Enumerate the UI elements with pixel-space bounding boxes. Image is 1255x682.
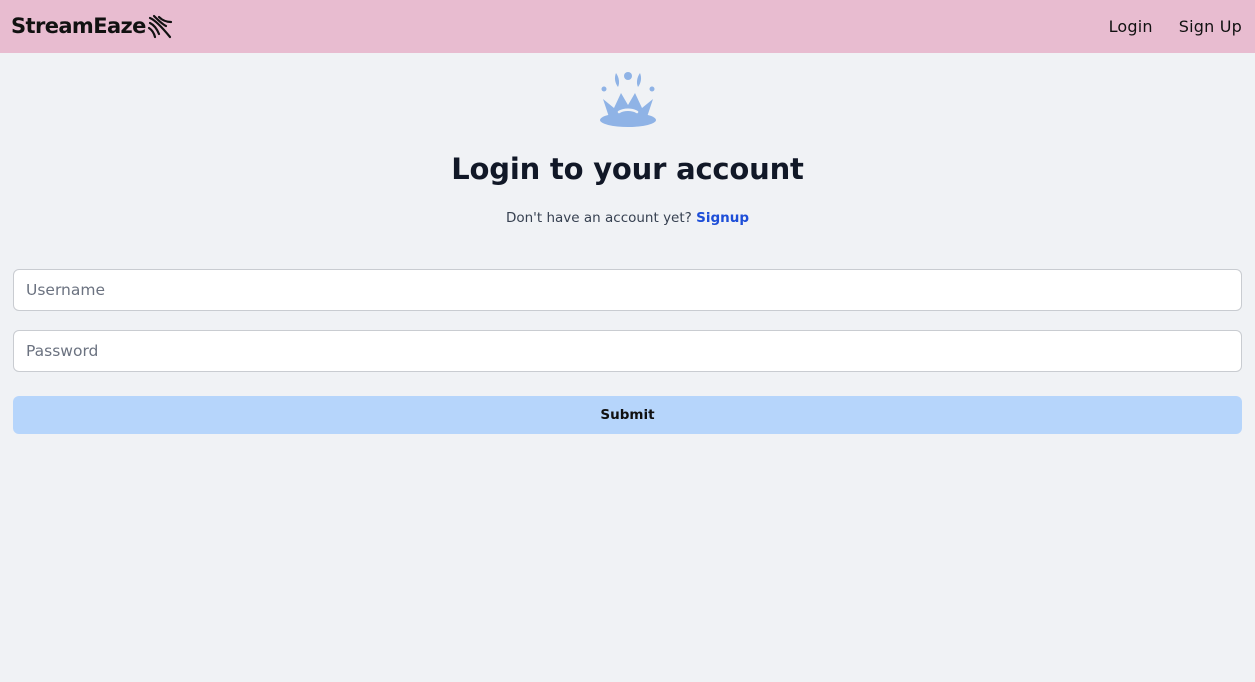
- signup-prompt-text: Don't have an account yet?: [505, 210, 692, 226]
- nav-signup-link[interactable]: Sign Up: [1179, 17, 1242, 36]
- top-navbar: StreamEaze Login Sign Up: [0, 0, 1255, 53]
- nav-links: Login Sign Up: [1109, 17, 1242, 36]
- password-input[interactable]: [13, 330, 1242, 372]
- feather-stripes-icon: [147, 14, 172, 38]
- page-title: Login to your account: [451, 152, 804, 186]
- signup-link[interactable]: Signup: [696, 210, 749, 226]
- nav-login-link[interactable]: Login: [1109, 17, 1153, 36]
- brand-logo-link[interactable]: StreamEaze: [11, 14, 173, 40]
- splash-crown-icon: [600, 72, 656, 127]
- signup-prompt: Don't have an account yet? Signup: [0, 210, 1255, 226]
- submit-button[interactable]: Submit: [13, 396, 1242, 434]
- username-input[interactable]: [13, 269, 1242, 311]
- brand-name: StreamEaze: [11, 14, 146, 38]
